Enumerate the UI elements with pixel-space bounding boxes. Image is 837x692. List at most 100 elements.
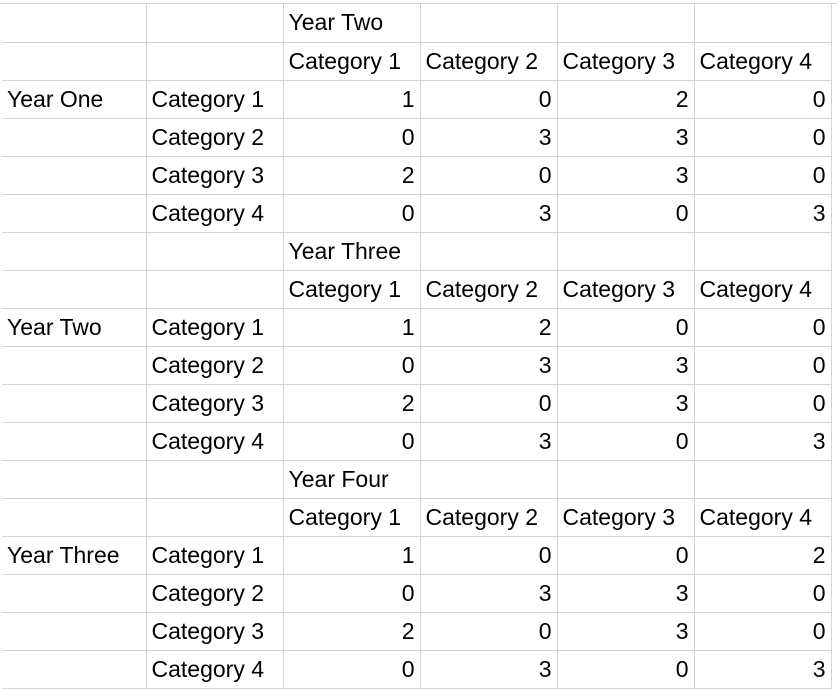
- empty-cell[interactable]: [2, 460, 147, 499]
- empty-cell[interactable]: [2, 194, 147, 233]
- value-cell[interactable]: 3: [557, 574, 695, 613]
- value-cell[interactable]: 3: [420, 650, 558, 689]
- value-cell[interactable]: 0: [694, 612, 832, 651]
- value-cell[interactable]: 3: [420, 194, 558, 233]
- value-cell[interactable]: 0: [283, 574, 421, 613]
- value-cell[interactable]: 0: [694, 118, 832, 157]
- value-cell[interactable]: 0: [694, 346, 832, 385]
- empty-cell[interactable]: [694, 460, 832, 499]
- value-cell[interactable]: 0: [694, 384, 832, 423]
- column-header-cell[interactable]: Category 4: [694, 498, 832, 537]
- value-cell[interactable]: 2: [283, 384, 421, 423]
- value-cell[interactable]: 0: [283, 650, 421, 689]
- value-cell[interactable]: 2: [283, 156, 421, 195]
- value-cell[interactable]: 0: [694, 156, 832, 195]
- empty-cell[interactable]: [557, 460, 695, 499]
- value-cell[interactable]: 3: [557, 156, 695, 195]
- value-cell[interactable]: 0: [557, 194, 695, 233]
- value-cell[interactable]: 3: [694, 650, 832, 689]
- row-group-label-cell[interactable]: Year One: [2, 80, 147, 119]
- empty-cell[interactable]: [146, 4, 284, 43]
- column-header-cell[interactable]: Category 3: [557, 498, 695, 537]
- column-header-cell[interactable]: Category 4: [694, 42, 832, 81]
- value-cell[interactable]: 0: [283, 194, 421, 233]
- row-group-label-cell[interactable]: Year Three: [2, 536, 147, 575]
- value-cell[interactable]: 3: [420, 118, 558, 157]
- column-header-cell[interactable]: Category 2: [420, 498, 558, 537]
- row-label-cell[interactable]: Category 3: [146, 156, 284, 195]
- column-header-cell[interactable]: Category 4: [694, 270, 832, 309]
- row-label-cell[interactable]: Category 4: [146, 422, 284, 461]
- column-header-cell[interactable]: Category 3: [557, 270, 695, 309]
- period-label-cell[interactable]: Year Four: [283, 460, 421, 499]
- row-group-label-cell[interactable]: Year Two: [2, 308, 147, 347]
- value-cell[interactable]: 3: [420, 346, 558, 385]
- value-cell[interactable]: 3: [420, 574, 558, 613]
- value-cell[interactable]: 0: [694, 574, 832, 613]
- empty-cell[interactable]: [2, 4, 147, 43]
- empty-cell[interactable]: [420, 4, 558, 43]
- value-cell[interactable]: 0: [694, 308, 832, 347]
- value-cell[interactable]: 1: [283, 536, 421, 575]
- empty-cell[interactable]: [146, 42, 284, 81]
- value-cell[interactable]: 2: [557, 80, 695, 119]
- row-label-cell[interactable]: Category 4: [146, 650, 284, 689]
- value-cell[interactable]: 0: [420, 80, 558, 119]
- value-cell[interactable]: 0: [557, 536, 695, 575]
- row-label-cell[interactable]: Category 4: [146, 194, 284, 233]
- empty-cell[interactable]: [694, 232, 832, 271]
- value-cell[interactable]: 3: [557, 346, 695, 385]
- value-cell[interactable]: 0: [557, 422, 695, 461]
- value-cell[interactable]: 3: [557, 612, 695, 651]
- row-label-cell[interactable]: Category 1: [146, 80, 284, 119]
- column-header-cell[interactable]: Category 1: [283, 42, 421, 81]
- empty-cell[interactable]: [2, 498, 147, 537]
- empty-cell[interactable]: [2, 612, 147, 651]
- row-label-cell[interactable]: Category 2: [146, 574, 284, 613]
- empty-cell[interactable]: [146, 498, 284, 537]
- empty-cell[interactable]: [2, 232, 147, 271]
- empty-cell[interactable]: [146, 460, 284, 499]
- period-label-cell[interactable]: Year Two: [283, 4, 421, 43]
- row-label-cell[interactable]: Category 1: [146, 308, 284, 347]
- empty-cell[interactable]: [2, 42, 147, 81]
- column-header-cell[interactable]: Category 1: [283, 498, 421, 537]
- value-cell[interactable]: 0: [420, 612, 558, 651]
- empty-cell[interactable]: [2, 346, 147, 385]
- empty-cell[interactable]: [694, 4, 832, 43]
- column-header-cell[interactable]: Category 3: [557, 42, 695, 81]
- value-cell[interactable]: 2: [694, 536, 832, 575]
- empty-cell[interactable]: [146, 270, 284, 309]
- empty-cell[interactable]: [2, 270, 147, 309]
- column-header-cell[interactable]: Category 1: [283, 270, 421, 309]
- value-cell[interactable]: 0: [283, 422, 421, 461]
- empty-cell[interactable]: [2, 422, 147, 461]
- row-label-cell[interactable]: Category 1: [146, 536, 284, 575]
- value-cell[interactable]: 0: [283, 346, 421, 385]
- value-cell[interactable]: 0: [557, 650, 695, 689]
- column-header-cell[interactable]: Category 2: [420, 42, 558, 81]
- value-cell[interactable]: 0: [420, 384, 558, 423]
- value-cell[interactable]: 3: [420, 422, 558, 461]
- period-label-cell[interactable]: Year Three: [283, 232, 421, 271]
- column-header-cell[interactable]: Category 2: [420, 270, 558, 309]
- value-cell[interactable]: 1: [283, 308, 421, 347]
- value-cell[interactable]: 0: [694, 80, 832, 119]
- row-label-cell[interactable]: Category 3: [146, 612, 284, 651]
- empty-cell[interactable]: [2, 650, 147, 689]
- value-cell[interactable]: 3: [694, 194, 832, 233]
- value-cell[interactable]: 3: [694, 422, 832, 461]
- value-cell[interactable]: 2: [420, 308, 558, 347]
- empty-cell[interactable]: [420, 460, 558, 499]
- row-label-cell[interactable]: Category 2: [146, 118, 284, 157]
- empty-cell[interactable]: [2, 384, 147, 423]
- empty-cell[interactable]: [420, 232, 558, 271]
- empty-cell[interactable]: [146, 232, 284, 271]
- value-cell[interactable]: 0: [420, 156, 558, 195]
- empty-cell[interactable]: [2, 574, 147, 613]
- value-cell[interactable]: 2: [283, 612, 421, 651]
- value-cell[interactable]: 3: [557, 384, 695, 423]
- value-cell[interactable]: 0: [283, 118, 421, 157]
- value-cell[interactable]: 0: [420, 536, 558, 575]
- row-label-cell[interactable]: Category 3: [146, 384, 284, 423]
